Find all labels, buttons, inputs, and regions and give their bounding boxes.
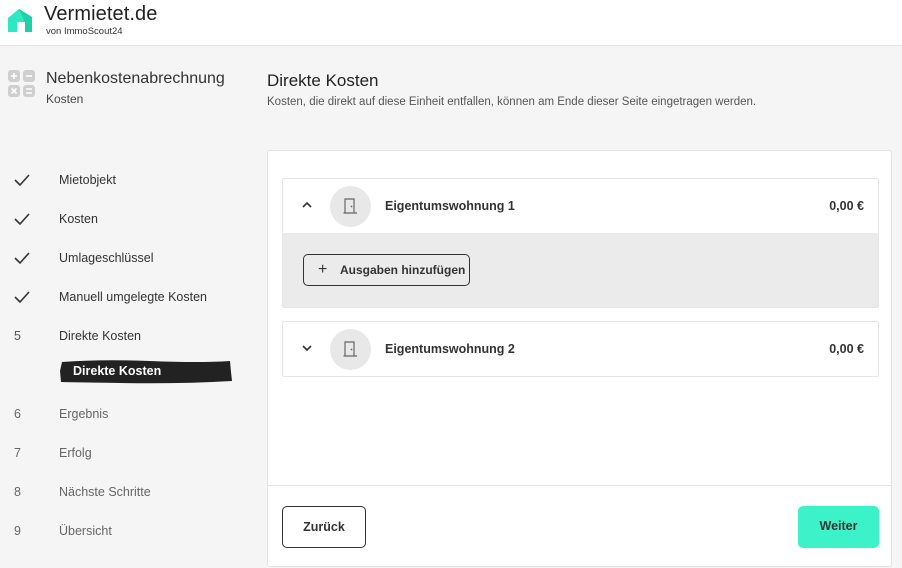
- chevron-down-icon[interactable]: [299, 340, 315, 356]
- unit-card-1: Eigentumswohnung 1 0,00 € + Ausgaben hin…: [282, 178, 879, 308]
- step-number: 6: [14, 407, 21, 421]
- step-direkte-kosten[interactable]: 5 Direkte Kosten: [0, 322, 250, 352]
- step-label: Manuell umgelegte Kosten: [59, 290, 208, 304]
- calculator-icon: [8, 70, 35, 97]
- step-label: Direkte Kosten: [59, 329, 141, 343]
- unit-header-1[interactable]: Eigentumswohnung 1 0,00 €: [283, 179, 878, 233]
- house-logo-icon[interactable]: [6, 6, 36, 34]
- step-number: 5: [14, 329, 21, 343]
- step-label: Übersicht: [59, 524, 112, 538]
- checkmark-icon: [14, 291, 30, 304]
- unit-name: Eigentumswohnung 2: [385, 342, 515, 356]
- footer-divider: [268, 485, 891, 486]
- chevron-up-icon[interactable]: [299, 197, 315, 213]
- step-kosten[interactable]: Kosten: [0, 205, 250, 235]
- substep-direkte-kosten-active[interactable]: Direkte Kosten: [60, 359, 232, 384]
- step-ergebnis[interactable]: 6 Ergebnis: [0, 400, 250, 430]
- sidebar-subtitle: Kosten: [46, 92, 84, 106]
- step-umlageschluessel[interactable]: Umlageschlüssel: [0, 244, 250, 274]
- unit-header-2[interactable]: Eigentumswohnung 2 0,00 €: [283, 322, 878, 376]
- unit-amount: 0,00 €: [829, 342, 864, 356]
- step-number: 8: [14, 485, 21, 499]
- step-label: Ergebnis: [59, 407, 109, 421]
- step-label: Nächste Schritte: [59, 485, 151, 499]
- unit-card-2: Eigentumswohnung 2 0,00 €: [282, 321, 879, 377]
- step-naechste-schritte[interactable]: 8 Nächste Schritte: [0, 478, 250, 508]
- plus-icon: +: [318, 261, 328, 278]
- step-label: Kosten: [59, 212, 98, 226]
- step-label: Umlageschlüssel: [59, 251, 154, 265]
- checkmark-icon: [14, 252, 30, 265]
- top-header: Vermietet.de von ImmoScout24: [0, 0, 902, 46]
- door-icon: [330, 329, 371, 370]
- step-number: 9: [14, 524, 21, 538]
- page-title: Direkte Kosten: [267, 71, 379, 90]
- brand-subtitle: von ImmoScout24: [46, 26, 123, 37]
- back-button[interactable]: Zurück: [282, 506, 366, 548]
- add-expenses-label: Ausgaben hinzufügen: [340, 263, 466, 277]
- checkmark-icon: [14, 213, 30, 226]
- checkmark-icon: [14, 174, 30, 187]
- step-manuell-umgelegte-kosten[interactable]: Manuell umgelegte Kosten: [0, 283, 250, 313]
- step-mietobjekt[interactable]: Mietobjekt: [0, 166, 250, 196]
- page-description: Kosten, die direkt auf diese Einheit ent…: [267, 96, 757, 108]
- step-number: 7: [14, 446, 21, 460]
- step-erfolg[interactable]: 7 Erfolg: [0, 439, 250, 469]
- substep-label: Direkte Kosten: [73, 364, 162, 378]
- back-button-label: Zurück: [303, 520, 345, 534]
- next-button-label: Weiter: [819, 519, 858, 533]
- sidebar-title: Nebenkostenabrechnung: [46, 70, 225, 87]
- brand-name[interactable]: Vermietet.de: [44, 3, 158, 26]
- unit-body-1: + Ausgaben hinzufügen: [283, 233, 878, 307]
- step-uebersicht[interactable]: 9 Übersicht: [0, 517, 250, 547]
- next-button[interactable]: Weiter: [798, 506, 879, 548]
- add-expenses-button[interactable]: + Ausgaben hinzufügen: [303, 254, 470, 286]
- door-icon: [330, 186, 371, 227]
- step-label: Mietobjekt: [59, 173, 116, 187]
- unit-name: Eigentumswohnung 1: [385, 199, 515, 213]
- unit-amount: 0,00 €: [829, 199, 864, 213]
- units-panel: Eigentumswohnung 1 0,00 € + Ausgaben hin…: [267, 150, 892, 567]
- step-label: Erfolg: [59, 446, 92, 460]
